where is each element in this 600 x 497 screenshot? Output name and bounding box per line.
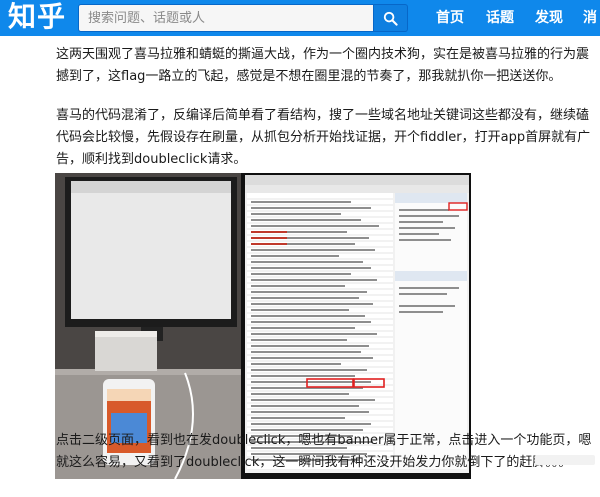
nav-messages[interactable]: 消息 [583, 0, 600, 62]
nav-topics[interactable]: 话题 [486, 0, 514, 36]
paragraph-intro: 这两天围观了喜马拉雅和蜻蜓的撕逼大战，作为一个圈内技术狗，实在是被喜马拉雅的行为… [56, 47, 590, 84]
detail-pane-highlight [448, 202, 468, 211]
top-navbar: 知乎 首页 话题 发现 消息 [0, 0, 600, 62]
search-input[interactable] [79, 5, 373, 31]
doubleclick-host-highlight [306, 378, 354, 388]
search-box[interactable] [78, 4, 374, 32]
nav-home[interactable]: 首页 [436, 0, 464, 36]
nav-discover[interactable]: 发现 [535, 0, 563, 36]
paragraph-analysis: 喜马的代码混淆了，反编译后简单看了看结构，搜了一些域名地址关键词这些都没有，继续… [56, 108, 591, 167]
scroll-fade [535, 455, 595, 465]
paragraph-conclusion: 点击二级页面，看到也在发doubleclick，嗯也有banner属于正常，点击… [56, 433, 592, 470]
search-button[interactable] [374, 4, 408, 32]
search-icon [383, 11, 398, 26]
zhihu-logo[interactable]: 知乎 [8, 1, 66, 33]
doubleclick-url-highlight [353, 378, 385, 388]
